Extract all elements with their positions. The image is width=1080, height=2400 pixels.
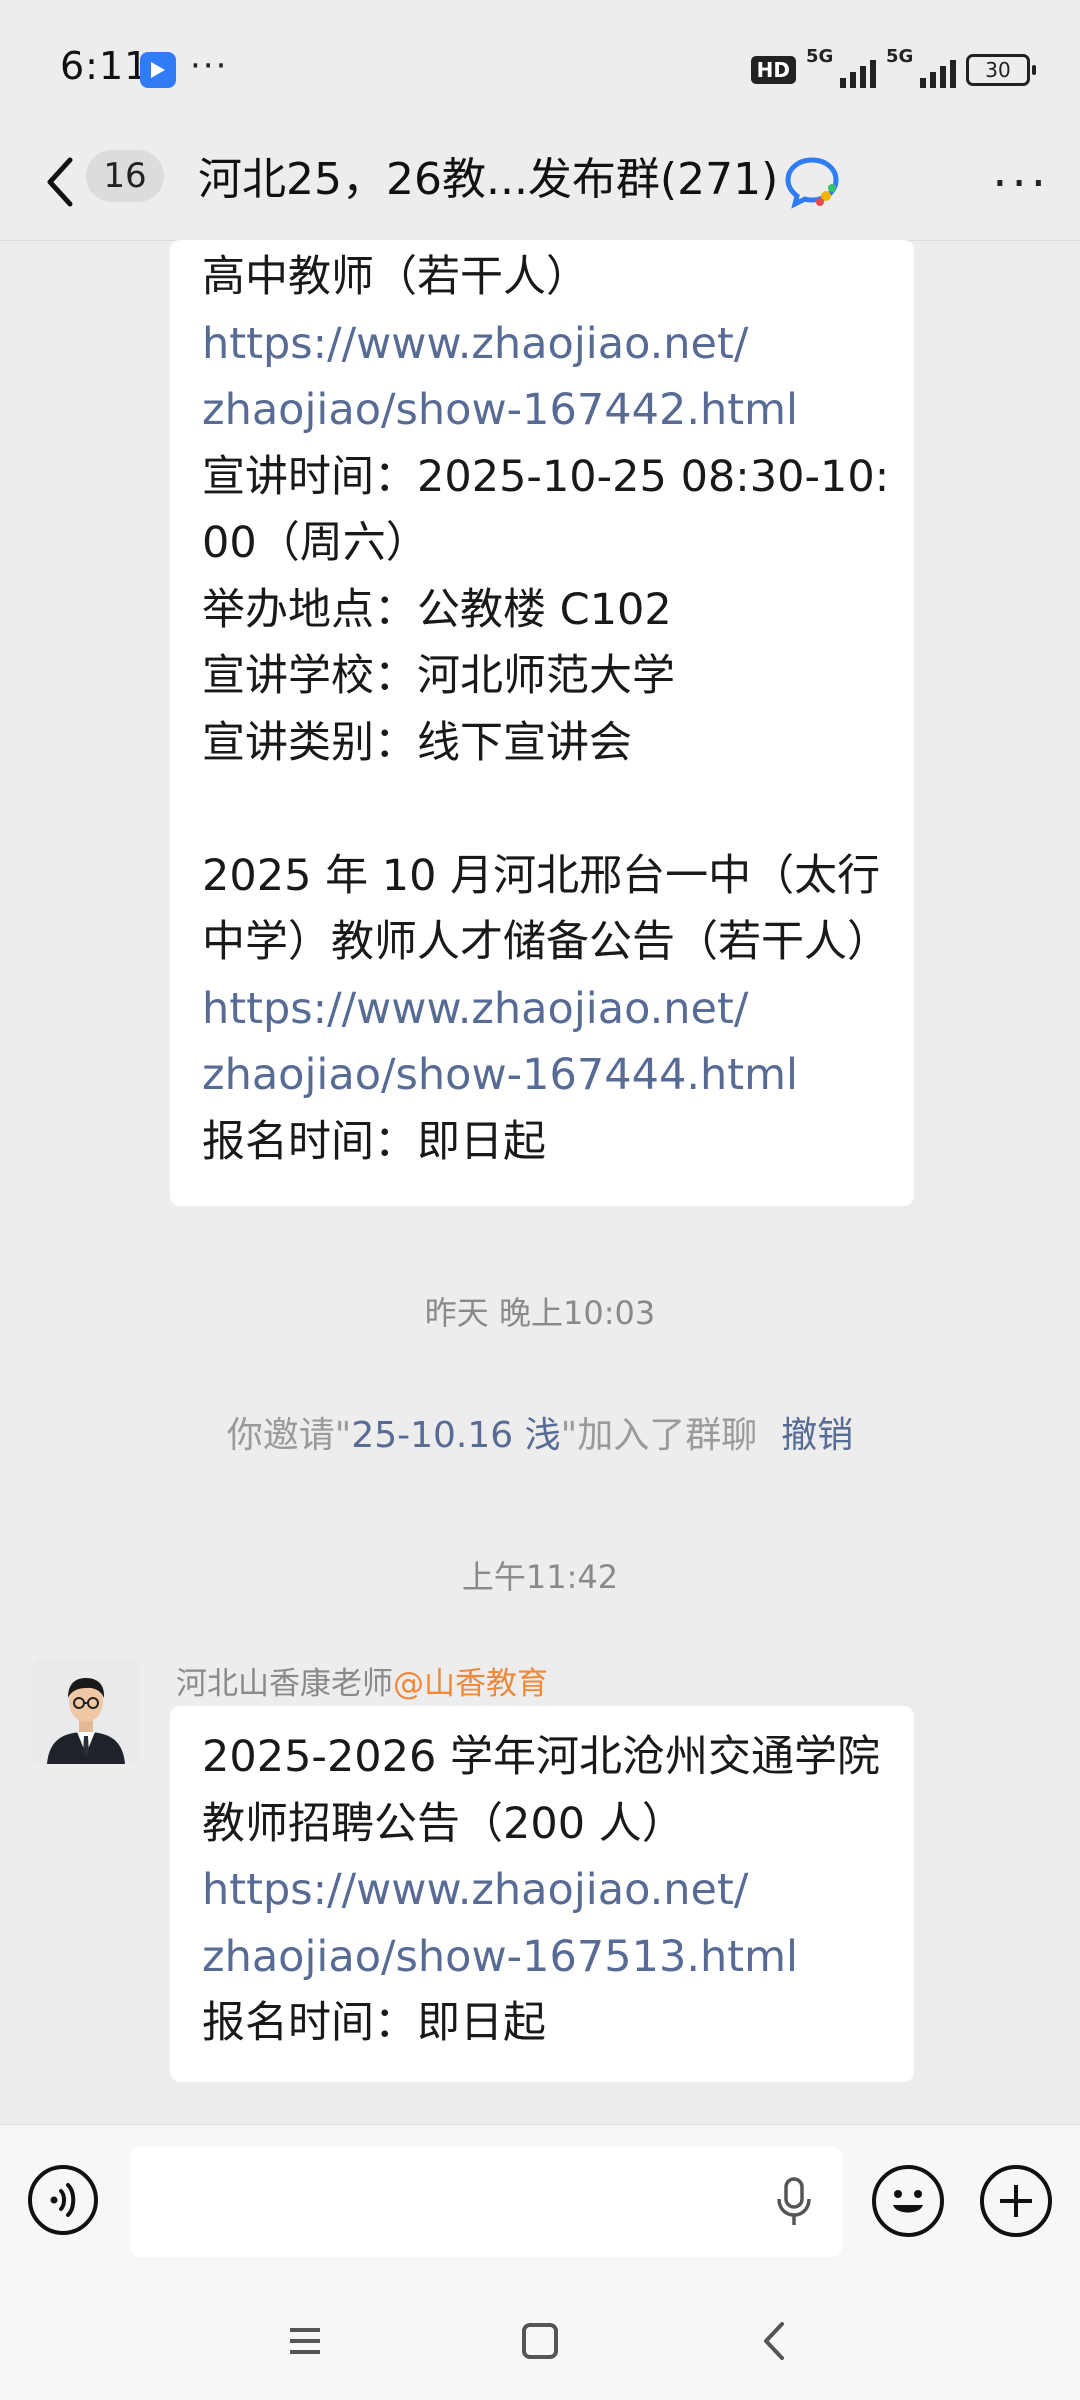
message-link[interactable]: zhaojiao/show-167513.html: [202, 1924, 882, 1991]
status-indicators: HD 5G 5G 30: [750, 46, 1036, 90]
input-bar: [0, 2124, 1080, 2277]
menu-icon[interactable]: [280, 2316, 330, 2366]
system-message-suffix: "加入了群聊: [560, 1415, 758, 1456]
mic-icon[interactable]: [774, 2177, 814, 2229]
sender-name[interactable]: 河北山香康老师@山香教育: [176, 1658, 548, 1703]
status-overflow-icon: ···: [190, 46, 229, 86]
message-link[interactable]: https://www.zhaojiao.net/: [202, 976, 882, 1043]
chat-title[interactable]: 河北25，26教...发布群(271): [198, 150, 778, 210]
battery-icon: 30: [966, 54, 1036, 86]
system-nav-bar: [0, 2276, 1080, 2400]
message-input[interactable]: [130, 2147, 842, 2257]
sender-display-name: 河北山香康老师: [176, 1666, 393, 1702]
message-bubble[interactable]: 2025-2026 学年河北沧州交通学院 教师招聘公告（200 人） https:/…: [170, 1706, 914, 2082]
message-text-line: 举办地点：公教楼 C102: [202, 584, 672, 635]
message-text-line: [202, 776, 882, 843]
message-link[interactable]: zhaojiao/show-167444.html: [202, 1042, 882, 1109]
system-message-prefix: 你邀请": [226, 1415, 352, 1456]
message-text-line: 2025-2026 学年河北沧州交通学院: [202, 1732, 881, 1782]
plus-icon[interactable]: [980, 2165, 1052, 2237]
signal-icon-sim2: 5G: [886, 46, 956, 88]
group-chat-icon: [785, 157, 839, 209]
back-arrow-icon[interactable]: [40, 152, 80, 212]
timestamp: 昨天 晚上10:03: [424, 1294, 656, 1332]
app-notification-icon: [140, 52, 176, 88]
invited-member-name[interactable]: 25-10.16 浅: [351, 1415, 560, 1456]
status-bar: 6:11 ··· HD 5G 5G 30: [0, 0, 1080, 130]
message-text-line: 2025 年 10 月河北邢台一中（太行: [202, 850, 881, 901]
undo-invite-link[interactable]: 撤销: [781, 1415, 853, 1456]
message-text-line: 中学）教师人才储备公告（若干人）: [202, 917, 890, 967]
timestamp: 上午11:42: [461, 1558, 619, 1596]
message-text-line: 宣讲类别：线下宣讲会: [202, 717, 632, 768]
status-time: 6:11: [60, 44, 150, 88]
sender-avatar[interactable]: [33, 1658, 139, 1764]
more-options-icon[interactable]: ···: [992, 156, 1050, 212]
message-text-line: 报名时间：即日起: [202, 1116, 546, 1167]
unread-count-badge[interactable]: 16: [86, 150, 164, 202]
voice-toggle-icon[interactable]: [28, 2165, 98, 2235]
message-text-line: 宣讲学校：河北师范大学: [202, 651, 675, 701]
message-text-line: 报名时间：即日起: [202, 1998, 546, 2048]
chat-header: 16 河北25，26教...发布群(271) ···: [0, 130, 1080, 241]
message-link[interactable]: zhaojiao/show-167442.html: [202, 377, 882, 444]
hd-icon: HD: [750, 56, 796, 84]
emoji-icon[interactable]: [872, 2165, 944, 2237]
home-icon[interactable]: [515, 2316, 565, 2366]
message-bubble[interactable]: 高中教师（若干人） https://www.zhaojiao.net/zhaoji…: [170, 240, 914, 1206]
sender-org-tag: @山香教育: [393, 1666, 548, 1702]
message-text-line: 高中教师（若干人）: [202, 252, 589, 302]
back-icon[interactable]: [750, 2316, 800, 2366]
signal-icon-sim1: 5G: [806, 46, 876, 88]
system-message: 你邀请"25-10.16 浅"加入了群聊 撤销: [0, 1406, 1080, 1458]
message-link[interactable]: https://www.zhaojiao.net/: [202, 1857, 882, 1924]
message-text-line: 教师招聘公告（200 人）: [202, 1798, 685, 1849]
message-text-line: 00（周六）: [202, 518, 429, 568]
message-text-line: 宣讲时间：2025-10-25 08:30-10:: [202, 451, 890, 502]
message-link[interactable]: https://www.zhaojiao.net/: [202, 311, 882, 378]
